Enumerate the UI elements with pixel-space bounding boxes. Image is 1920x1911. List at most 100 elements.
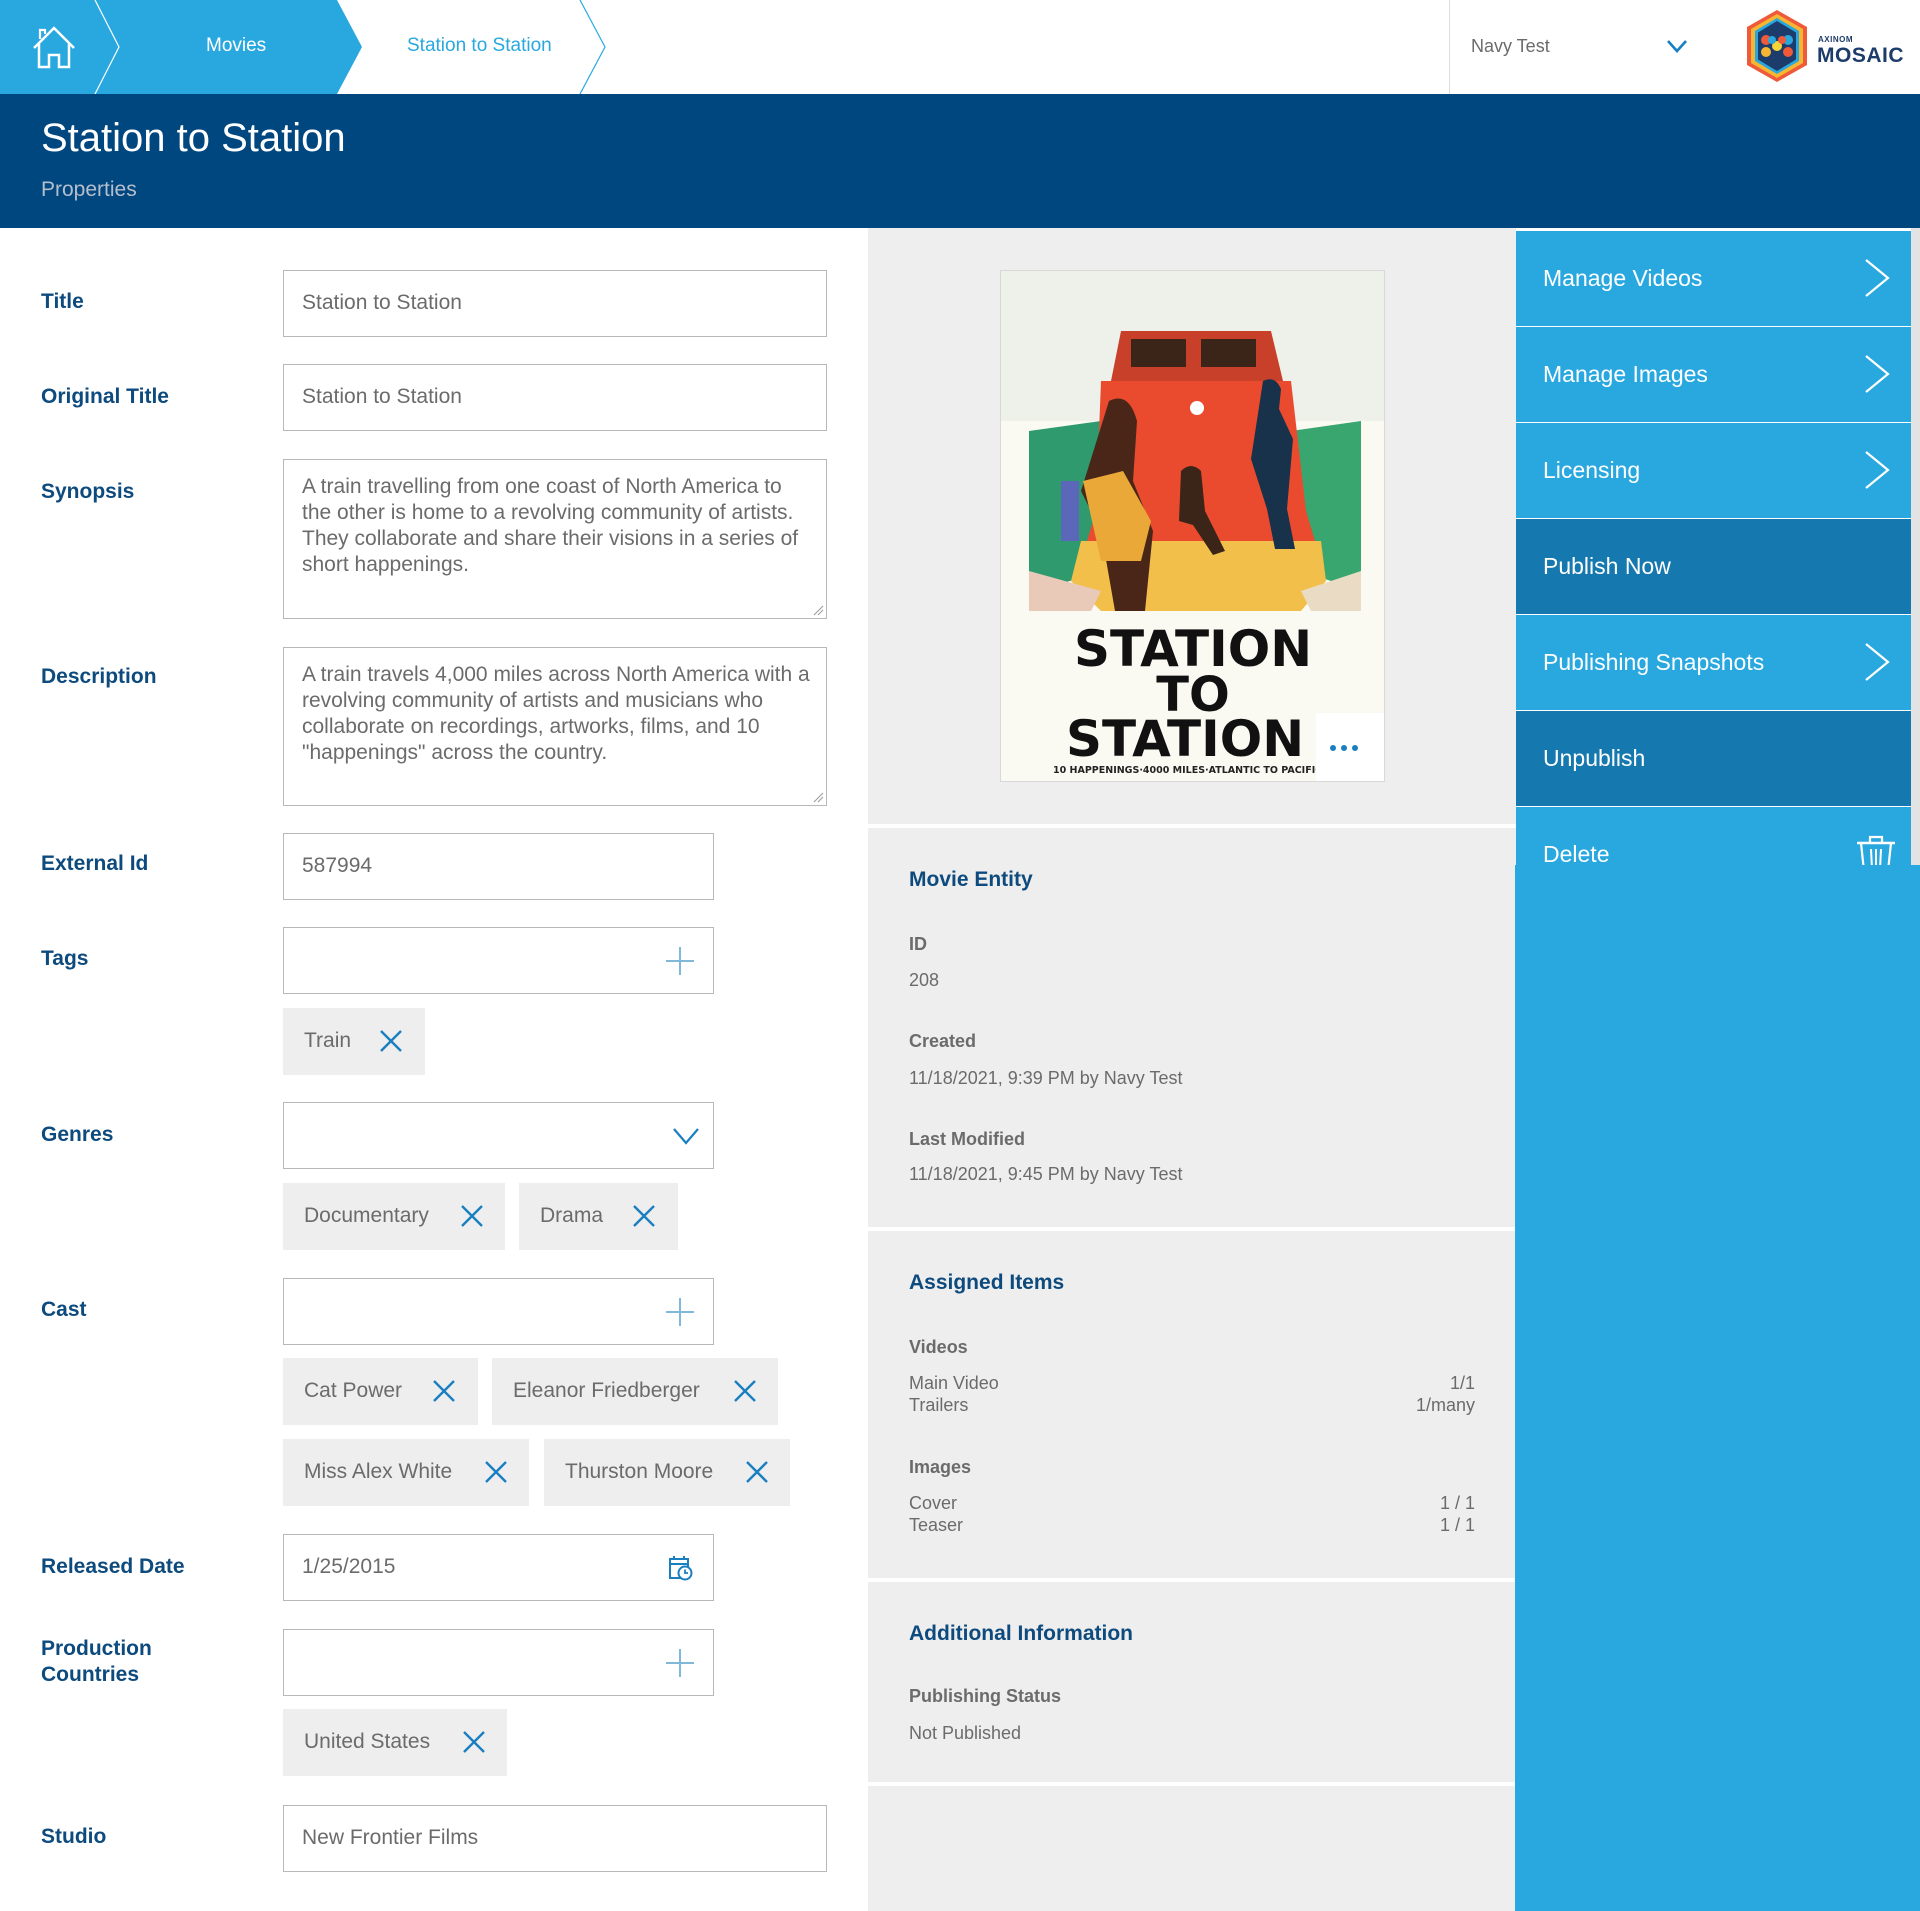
remove-chip-icon[interactable] <box>431 1378 457 1404</box>
remove-chip-icon[interactable] <box>732 1378 758 1404</box>
synopsis-label: Synopsis <box>41 480 135 503</box>
released-date-value: 1/25/2015 <box>302 1555 396 1578</box>
videos-group-title: Videos <box>909 1337 968 1357</box>
remove-chip-icon[interactable] <box>483 1459 509 1485</box>
user-name: Navy Test <box>1471 36 1550 56</box>
remove-chip-icon[interactable] <box>461 1729 487 1755</box>
external-id-input[interactable]: 587994 <box>283 833 714 900</box>
assigned-row-name: Teaser <box>909 1515 964 1535</box>
remove-chip-icon[interactable] <box>631 1203 657 1229</box>
last-modified-label: Last Modified <box>909 1129 1025 1149</box>
section-divider <box>868 1782 1516 1786</box>
genre-chip: Documentary <box>283 1183 505 1250</box>
cast-chip: Eleanor Friedberger <box>492 1358 778 1425</box>
delete-button[interactable]: Delete <box>1516 807 1911 865</box>
studio-input[interactable]: New Frontier Films <box>283 1805 827 1872</box>
cast-input[interactable] <box>283 1278 714 1345</box>
add-tag-icon[interactable] <box>664 945 696 977</box>
image-more-button[interactable] <box>1316 713 1384 781</box>
original-title-label: Original Title <box>41 385 169 408</box>
genre-chip: Drama <box>519 1183 678 1250</box>
chip-label: United States <box>304 1730 431 1753</box>
action-label: Licensing <box>1543 457 1641 483</box>
cover-image[interactable]: STATION TO STATION 10 HAPPENINGS·4000 MI… <box>1000 270 1385 782</box>
tags-input[interactable] <box>283 927 714 994</box>
remove-chip-icon[interactable] <box>744 1459 770 1485</box>
assigned-row-count: 1/1 <box>1449 1373 1475 1393</box>
unpublish-button[interactable]: Unpublish <box>1516 711 1911 806</box>
licensing-button[interactable]: Licensing <box>1516 423 1911 518</box>
calendar-icon[interactable] <box>668 1555 694 1581</box>
synopsis-textarea[interactable]: A train travelling from one coast of Nor… <box>283 459 827 619</box>
action-label: Manage Videos <box>1543 265 1703 291</box>
action-label: Delete <box>1543 841 1610 865</box>
chip-label: Eleanor Friedberger <box>513 1379 700 1402</box>
user-menu-dropdown[interactable]: Navy Test <box>1450 0 1710 94</box>
created-value: 11/18/2021, 9:39 PM by Navy Test <box>909 1068 1183 1088</box>
axinom-mosaic-logo: AXINOM MOSAIC <box>1744 8 1904 86</box>
poster-artwork: STATION TO STATION 10 HAPPENINGS·4000 MI… <box>1001 271 1384 781</box>
external-id-value: 587994 <box>302 854 373 877</box>
action-label: Unpublish <box>1543 745 1646 771</box>
assigned-row-count: 1 / 1 <box>1439 1493 1475 1513</box>
action-label: Manage Images <box>1543 361 1708 387</box>
original-title-input[interactable]: Station to Station <box>283 364 827 431</box>
cast-chip: Cat Power <box>283 1358 478 1425</box>
poster-title-line: STATION <box>1066 710 1304 768</box>
chevron-down-icon[interactable] <box>672 1125 700 1147</box>
chip-label: Train <box>304 1029 352 1052</box>
chip-label: Miss Alex White <box>304 1460 453 1483</box>
studio-value: New Frontier Films <box>302 1826 479 1849</box>
chevron-right-icon <box>1865 259 1890 297</box>
description-textarea[interactable]: A train travels 4,000 miles across North… <box>283 647 827 806</box>
add-cast-icon[interactable] <box>664 1296 696 1328</box>
label-line: Countries <box>41 1663 140 1686</box>
created-label: Created <box>909 1031 977 1051</box>
production-countries-label: Production Countries <box>41 1636 152 1688</box>
description-label: Description <box>41 665 157 688</box>
section-divider <box>868 1227 1516 1231</box>
breadcrumb-item-movies[interactable]: Movies <box>120 0 320 94</box>
images-group-title: Images <box>909 1457 972 1477</box>
resize-handle-icon[interactable] <box>812 791 824 803</box>
remove-chip-icon[interactable] <box>378 1028 404 1054</box>
tags-label: Tags <box>41 947 89 970</box>
manage-videos-button[interactable]: Manage Videos <box>1516 231 1911 326</box>
publishing-status-value: Not Published <box>909 1723 1022 1743</box>
resize-handle-icon[interactable] <box>812 604 824 616</box>
external-id-label: External Id <box>41 852 149 875</box>
manage-images-button[interactable]: Manage Images <box>1516 327 1911 422</box>
action-label: Publishing Snapshots <box>1543 649 1765 675</box>
movie-entity-heading: Movie Entity <box>909 868 1033 891</box>
logo-text-small: AXINOM <box>1818 35 1853 44</box>
released-date-input[interactable]: 1/25/2015 <box>283 1534 714 1601</box>
assigned-row-name: Main Video <box>909 1373 999 1393</box>
page-subtitle: Properties <box>41 178 137 201</box>
section-divider <box>868 824 1516 828</box>
publish-now-button[interactable]: Publish Now <box>1516 519 1911 614</box>
id-label: ID <box>909 934 927 954</box>
publishing-snapshots-button[interactable]: Publishing Snapshots <box>1516 615 1911 710</box>
remove-chip-icon[interactable] <box>459 1203 485 1229</box>
poster-tagline: 10 HAPPENINGS·4000 MILES·ATLANTIC TO PAC… <box>1053 765 1322 776</box>
title-label: Title <box>41 290 84 313</box>
original-title-value: Station to Station <box>302 385 462 408</box>
add-country-icon[interactable] <box>664 1647 696 1679</box>
mosaic-logo-icon <box>1747 10 1807 82</box>
title-input[interactable]: Station to Station <box>283 270 827 337</box>
chip-label: Thurston Moore <box>565 1460 714 1483</box>
tag-chip: Train <box>283 1008 425 1075</box>
info-column: STATION TO STATION 10 HAPPENINGS·4000 MI… <box>868 228 1516 1911</box>
description-value: A train travels 4,000 miles across North… <box>302 663 810 764</box>
top-bar: Movies Station to Station Navy Test AXIN… <box>0 0 1920 94</box>
assigned-row-count: 1 / 1 <box>1439 1515 1475 1535</box>
breadcrumb-home[interactable] <box>0 0 120 94</box>
genres-select[interactable] <box>283 1102 714 1169</box>
scrollbar-track[interactable] <box>1911 228 1920 865</box>
production-countries-input[interactable] <box>283 1629 714 1696</box>
properties-form: Title Station to Station Original Title … <box>0 228 868 1911</box>
last-modified-value: 11/18/2021, 9:45 PM by Navy Test <box>909 1164 1183 1184</box>
publishing-status-label: Publishing Status <box>909 1686 1062 1706</box>
breadcrumb-label: Movies <box>206 35 267 56</box>
chip-label: Drama <box>540 1204 604 1227</box>
